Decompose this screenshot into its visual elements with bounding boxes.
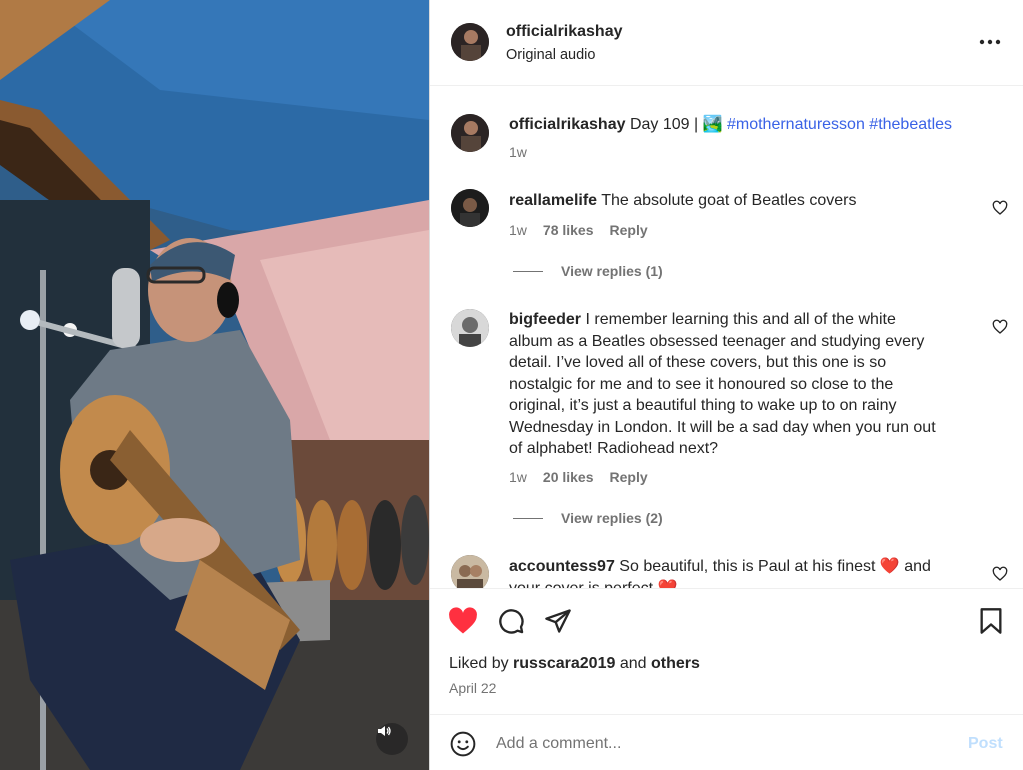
post-detail-panel: officialrikashay Original audio official… — [429, 0, 1023, 770]
caption-text: Day 109 | — [629, 116, 699, 133]
comment-icon — [499, 609, 524, 634]
like-comment-button[interactable] — [992, 200, 1008, 216]
comment-text-line: Wednesday in London. It will be a sad da… — [509, 418, 936, 436]
likes-prefix: Liked by — [449, 655, 509, 672]
heart-outline-icon — [992, 566, 1008, 581]
audio-toggle-button[interactable] — [376, 723, 408, 755]
reply-button[interactable]: Reply — [610, 469, 648, 485]
audio-label[interactable]: Original audio — [506, 47, 595, 63]
comment-text-line: your cover is perfect ❤️ — [509, 579, 678, 589]
heart-filled-icon — [449, 607, 477, 634]
video-frame — [0, 0, 429, 770]
heart-outline-icon — [992, 319, 1008, 334]
comment-likes[interactable]: 78 likes — [543, 222, 594, 238]
author-username[interactable]: officialrikashay — [506, 23, 623, 41]
caption-avatar[interactable] — [451, 114, 489, 152]
comment-text: So beautiful, this is Paul at his finest… — [619, 558, 931, 575]
comment-username[interactable]: reallamelife — [509, 192, 597, 209]
comment-composer: Post — [430, 714, 1023, 770]
author-avatar[interactable] — [451, 23, 489, 61]
caption: officialrikashay Day 109 | 🏞️ #mothernat… — [509, 114, 1009, 136]
emoji-button[interactable] — [450, 731, 476, 762]
caption-username[interactable]: officialrikashay — [509, 116, 626, 133]
like-comment-button[interactable] — [992, 319, 1008, 335]
share-icon — [545, 609, 571, 633]
comment-username[interactable]: accountess97 — [509, 558, 615, 575]
like-comment-button[interactable] — [992, 566, 1008, 582]
post-actions: Liked by russcara2019 and others April 2… — [430, 588, 1023, 714]
caption-emoji: 🏞️ — [702, 116, 723, 133]
save-button[interactable] — [978, 607, 1004, 640]
caption-time: 1w — [509, 144, 527, 160]
video-player[interactable] — [0, 0, 429, 770]
liked-by-others[interactable]: others — [651, 655, 700, 672]
comment-avatar[interactable] — [451, 309, 489, 347]
emoji-icon — [450, 731, 476, 757]
caption-hashtags[interactable]: #mothernaturesson #thebeatles — [727, 116, 952, 133]
reply-button[interactable]: Reply — [610, 222, 648, 238]
bookmark-icon — [980, 608, 1002, 634]
comment-time: 1w — [509, 469, 527, 485]
comment-likes[interactable]: 20 likes — [543, 469, 594, 485]
comment-avatar[interactable] — [451, 555, 489, 588]
view-replies-button[interactable]: View replies (1) — [513, 263, 663, 279]
comment-input[interactable] — [496, 733, 936, 755]
post-date: April 22 — [449, 680, 497, 696]
post-comment-button[interactable]: Post — [968, 735, 1003, 753]
comment-text-line: nostalgic for me and to see it honoured … — [509, 375, 894, 393]
comment-body: reallamelife The absolute goat of Beatle… — [509, 190, 989, 212]
heart-outline-icon — [992, 200, 1008, 215]
likes-and: and — [619, 655, 647, 672]
like-button[interactable] — [448, 607, 478, 640]
share-button[interactable] — [544, 607, 572, 640]
comment-body: accountess97 So beautiful, this is Paul … — [509, 556, 989, 588]
comment-text-line: I remember learning this and all of the … — [585, 311, 896, 328]
likes-summary: Liked by russcara2019 and others — [449, 655, 700, 673]
more-options-button[interactable] — [978, 32, 1002, 52]
comment-meta: 1w 20 likes Reply — [509, 469, 664, 485]
comment-text-line: detail. I’ve loved all of these covers, … — [509, 354, 887, 371]
comments-list[interactable]: officialrikashay Day 109 | 🏞️ #mothernat… — [430, 87, 1023, 588]
comment-meta: 1w 78 likes Reply — [509, 222, 664, 238]
comment-time: 1w — [509, 222, 527, 238]
post-header: officialrikashay Original audio — [430, 0, 1023, 86]
comment-avatar[interactable] — [451, 189, 489, 227]
comment-button[interactable] — [497, 607, 525, 640]
comment-username[interactable]: bigfeeder — [509, 311, 581, 328]
comment-text-line: album as a Beatles obsessed teenager and… — [509, 332, 925, 350]
more-options-icon — [979, 39, 1001, 45]
view-replies-button[interactable]: View replies (2) — [513, 510, 663, 526]
comment-text-line: of alphabet! Radiohead next? — [509, 440, 719, 457]
liked-by-user[interactable]: russcara2019 — [513, 655, 615, 672]
comment-text: The absolute goat of Beatles covers — [601, 192, 857, 209]
comment-text-line: original, it’s just a beautiful thing to… — [509, 397, 897, 414]
comment-body: bigfeeder I remember learning this and a… — [509, 309, 989, 460]
speaker-icon — [378, 726, 391, 736]
